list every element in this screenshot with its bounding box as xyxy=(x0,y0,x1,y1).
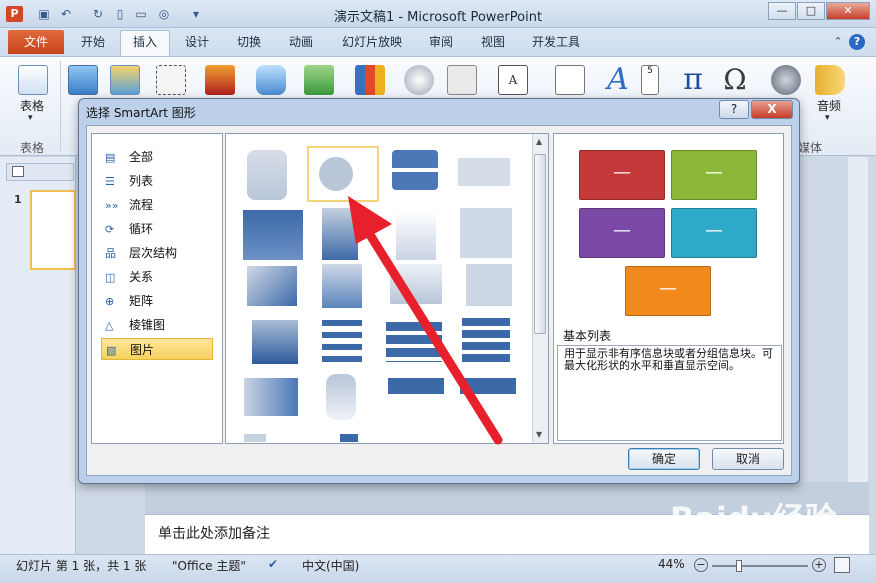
cancel-button[interactable]: 取消 xyxy=(712,448,784,470)
preview-box-green: — xyxy=(671,150,757,200)
preview-box-cyan: — xyxy=(671,208,757,258)
watermark-url: jingyan.baidu.com xyxy=(712,540,832,555)
preview-box-purple: — xyxy=(579,208,665,258)
preview-box-orange: — xyxy=(625,266,711,316)
ok-button[interactable]: 确定 xyxy=(628,448,700,470)
watermark-logo: Baidu经验 xyxy=(670,500,837,538)
preview-box-red: — xyxy=(579,150,665,200)
layout-description: 用于显示非有序信息块或者分组信息块。可最大化形状的水平和垂直显示空间。 xyxy=(557,345,782,441)
layout-name: 基本列表 xyxy=(563,329,612,343)
